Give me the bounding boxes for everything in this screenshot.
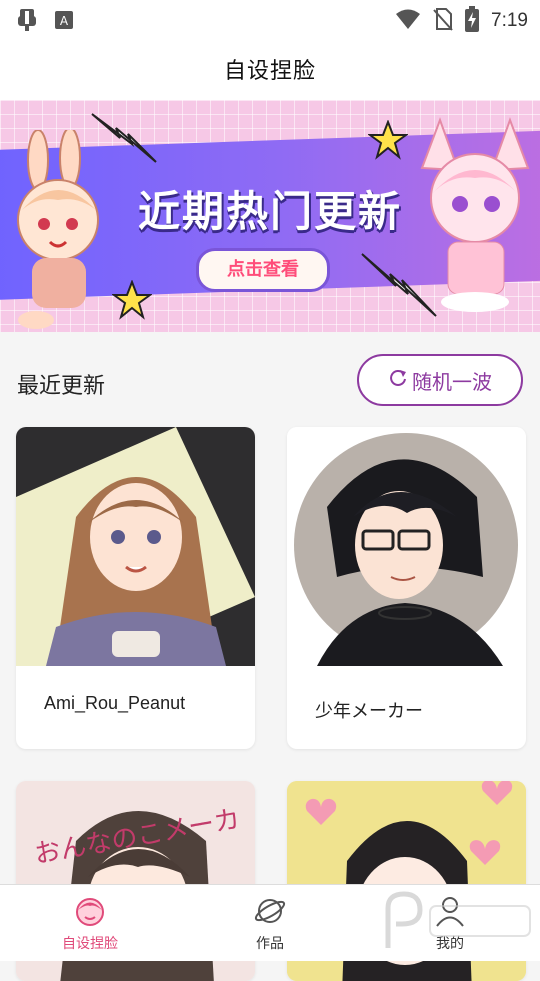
clock: 7:19 (491, 10, 528, 31)
lightning-icon (361, 253, 437, 317)
star-icon (368, 120, 408, 160)
bug-icon (14, 7, 40, 37)
banner-headline: 近期热门更新 (137, 187, 402, 236)
section-title: 最近更新 (17, 374, 106, 399)
creator-card[interactable]: 少年メーカー (287, 427, 526, 749)
nav-label: 作品 (256, 936, 284, 952)
planet-icon (254, 895, 286, 927)
status-bar: A 7:19 (0, 0, 540, 38)
no-sim-icon (433, 7, 453, 35)
recent-updates-header: 最近更新 随机一波 (0, 332, 540, 428)
card-label: 少年メーカー (315, 701, 423, 721)
battery-charging-icon (465, 6, 480, 36)
hot-updates-banner[interactable]: 近期热门更新 点击查看 (0, 100, 540, 332)
wifi-icon (395, 8, 421, 34)
refresh-icon (388, 368, 408, 393)
card-thumbnail (16, 427, 255, 666)
app-bar: 自设捏脸 (0, 38, 540, 100)
card-thumbnail (287, 427, 526, 666)
nav-item-works[interactable]: 作品 (210, 885, 330, 961)
random-batch-button[interactable]: 随机一波 (357, 354, 523, 406)
lightning-icon (91, 113, 157, 163)
keyboard-a-icon: A (54, 10, 74, 34)
view-now-button[interactable]: 点击查看 (196, 248, 330, 292)
star-icon (112, 280, 152, 320)
nav-item-face-maker[interactable]: 自设捏脸 (30, 885, 150, 961)
page-title: 自设捏脸 (223, 59, 316, 84)
nav-label: 自设捏脸 (62, 936, 118, 952)
random-batch-label: 随机一波 (412, 369, 492, 394)
face-icon (74, 895, 106, 927)
card-label: Ami_Rou_Peanut (44, 693, 186, 713)
portrait-curly-hair (16, 427, 255, 666)
svg-text:A: A (60, 14, 69, 28)
portrait-boy-glasses (294, 433, 518, 666)
creator-card[interactable]: Ami_Rou_Peanut (16, 427, 255, 749)
watermark-logo (385, 891, 531, 948)
